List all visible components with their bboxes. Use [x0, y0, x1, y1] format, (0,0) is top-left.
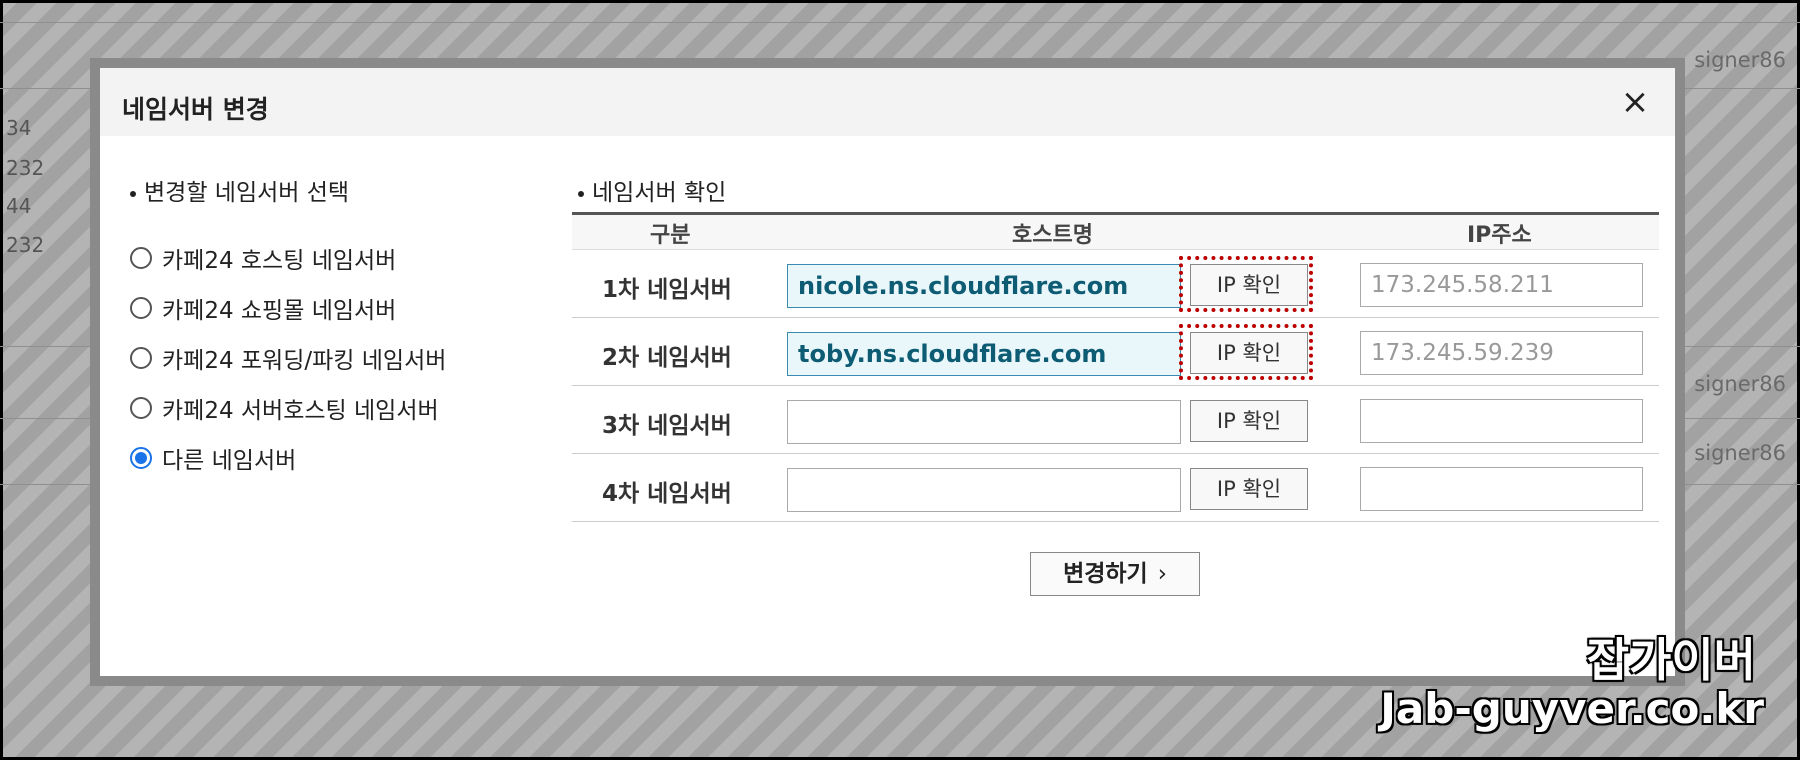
radio-option-shoppingmall[interactable]: 카페24 쇼핑몰 네임서버: [130, 283, 446, 333]
header-ip: IP주소: [1467, 223, 1532, 248]
bullet-icon: [578, 190, 584, 197]
radio-label: 카페24 포워딩/파킹 네임서버: [162, 348, 447, 374]
bg-number: 34: [6, 116, 32, 140]
radio-option-hosting[interactable]: 카페24 호스팅 네임서버: [130, 233, 446, 283]
host-input-3[interactable]: [787, 400, 1181, 444]
modal-title: 네임서버 변경: [122, 95, 269, 124]
bg-username: signer86: [1694, 48, 1786, 72]
watermark-url: Jab-guyver.co.kr: [1380, 684, 1764, 733]
nameserver-table: 구분 호스트명 IP주소 1차 네임서버 IP 확인 2차 네임서버 IP 확인…: [572, 212, 1659, 522]
ip-check-button-2[interactable]: IP 확인: [1190, 332, 1308, 374]
table-row: 2차 네임서버 IP 확인: [572, 318, 1659, 386]
confirm-section-title: 네임서버 확인: [578, 173, 726, 207]
row-label: 4차 네임서버: [602, 481, 732, 507]
nameserver-modal: 네임서버 변경 × 변경할 네임서버 선택 네임서버 확인 카페24 호스팅 네…: [100, 68, 1675, 676]
ip-input-3[interactable]: [1360, 399, 1643, 443]
bullet-icon: [130, 190, 136, 197]
radio-button-selected[interactable]: [130, 447, 152, 469]
bg-username: signer86: [1694, 441, 1786, 465]
ip-check-button-1[interactable]: IP 확인: [1190, 264, 1308, 306]
table-header: 구분 호스트명 IP주소: [572, 212, 1659, 250]
row-label: 1차 네임서버: [602, 277, 732, 303]
radio-option-forwarding[interactable]: 카페24 포워딩/파킹 네임서버: [130, 333, 446, 383]
table-row: 1차 네임서버 IP 확인: [572, 250, 1659, 318]
row-label: 2차 네임서버: [602, 345, 732, 371]
radio-button[interactable]: [130, 247, 152, 269]
bg-number: 44: [6, 194, 32, 218]
host-input-2[interactable]: [787, 332, 1181, 376]
ip-input-4[interactable]: [1360, 467, 1643, 511]
radio-label: 카페24 쇼핑몰 네임서버: [162, 298, 397, 324]
modal-header: 네임서버 변경 ×: [100, 68, 1675, 136]
radio-label: 카페24 호스팅 네임서버: [162, 248, 397, 274]
radio-button[interactable]: [130, 397, 152, 419]
bg-number: 232: [6, 156, 45, 180]
chevron-right-icon: ›: [1157, 561, 1167, 587]
row-label: 3차 네임서버: [602, 413, 732, 439]
change-submit-button[interactable]: 변경하기 ›: [1030, 552, 1200, 596]
watermark-korean: 잡가이버: [1586, 633, 1756, 687]
bg-number: 232: [6, 233, 45, 257]
close-icon[interactable]: ×: [1617, 84, 1653, 120]
header-hostname: 호스트명: [1012, 223, 1093, 248]
table-row: 3차 네임서버 IP 확인: [572, 386, 1659, 454]
host-input-4[interactable]: [787, 468, 1181, 512]
radio-button[interactable]: [130, 297, 152, 319]
ip-input-1[interactable]: [1360, 263, 1643, 307]
header-category: 구분: [650, 223, 691, 248]
confirm-section-label: 네임서버 확인: [592, 180, 727, 206]
radio-button[interactable]: [130, 347, 152, 369]
bg-divider: [0, 22, 1800, 23]
select-section-label: 변경할 네임서버 선택: [144, 180, 350, 206]
host-input-1[interactable]: [787, 264, 1181, 308]
modal-overlay-frame: 네임서버 변경 × 변경할 네임서버 선택 네임서버 확인 카페24 호스팅 네…: [90, 58, 1685, 686]
ip-input-2[interactable]: [1360, 331, 1643, 375]
table-row: 4차 네임서버 IP 확인: [572, 454, 1659, 522]
submit-label: 변경하기: [1063, 561, 1148, 587]
ip-check-button-3[interactable]: IP 확인: [1190, 400, 1308, 442]
radio-label: 카페24 서버호스팅 네임서버: [162, 398, 439, 424]
select-section-title: 변경할 네임서버 선택: [130, 173, 349, 207]
radio-option-other[interactable]: 다른 네임서버: [130, 433, 446, 483]
bg-username: signer86: [1694, 372, 1786, 396]
radio-label: 다른 네임서버: [162, 448, 297, 474]
nameserver-radio-group: 카페24 호스팅 네임서버 카페24 쇼핑몰 네임서버 카페24 포워딩/파킹 …: [130, 233, 446, 483]
radio-option-serverhosting[interactable]: 카페24 서버호스팅 네임서버: [130, 383, 446, 433]
ip-check-button-4[interactable]: IP 확인: [1190, 468, 1308, 510]
